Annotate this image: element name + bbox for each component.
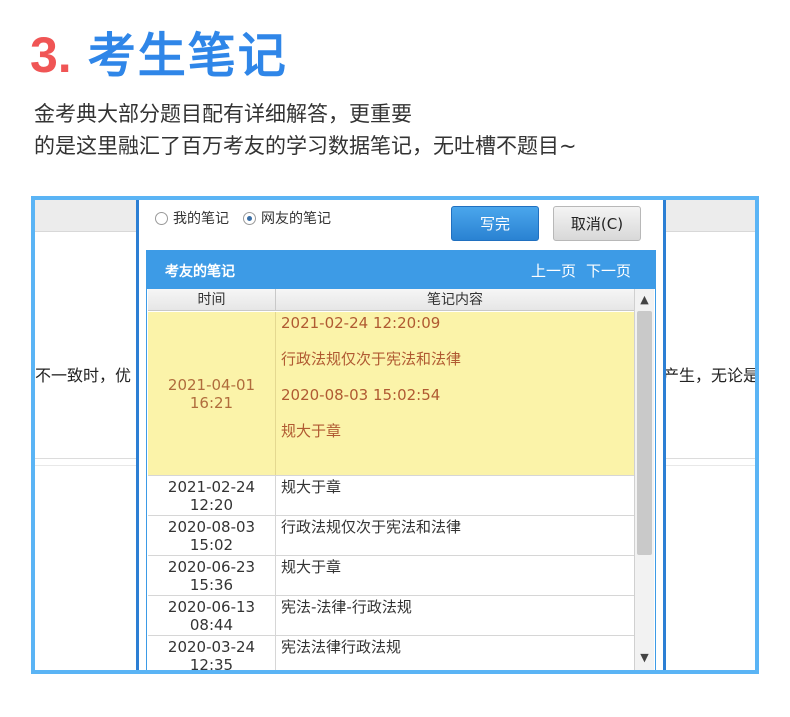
table-row[interactable]: 2021-02-24 12:20 规大于章 [148, 476, 634, 516]
table-row-selected[interactable]: 2021-04-01 16:21 2021-02-24 12:20:09 行政法… [148, 312, 634, 476]
radio-friends-notes-label[interactable]: 网友的笔记 [261, 208, 331, 228]
row-time-cell: 2020-03-24 12:35 [148, 636, 276, 673]
section-title: 考生笔记 [87, 28, 288, 84]
scroll-up-arrow-icon[interactable]: ▲ [635, 291, 654, 309]
description-line-2: 的是这里融汇了百万考友的学习数据笔记，无吐槽不题目~ [34, 134, 577, 158]
notes-dialog: 我的笔记 网友的笔记 写完 取消(C) 考友的笔记 上一页 下一页 时间 笔记内… [136, 200, 666, 673]
vertical-scrollbar[interactable]: ▲ ▼ [634, 289, 654, 670]
row-content-cell: 2021-02-24 12:20:09 行政法规仅次于宪法和法律 2020-08… [276, 312, 634, 475]
write-done-button[interactable]: 写完 [451, 206, 539, 241]
notes-source-selector: 我的笔记 网友的笔记 [155, 208, 345, 228]
background-question-text-left: 不一致时，优 [35, 366, 132, 385]
section-heading: 3. 考生笔记 [30, 16, 288, 86]
row-content-cell: 规大于章 [281, 478, 342, 496]
table-body: 2021-04-01 16:21 2021-02-24 12:20:09 行政法… [148, 312, 634, 673]
section-description: 金考典大部分题目配有详细解答，更重要 的是这里融汇了百万考友的学习数据笔记，无吐… [34, 98, 577, 162]
pager: 上一页 下一页 [521, 260, 631, 281]
row-content-cell: 宪法-法律-行政法规 [281, 598, 412, 616]
note-timestamp: 2021-02-24 12:20:09 [281, 314, 441, 332]
note-text: 行政法规仅次于宪法和法律 [281, 350, 462, 368]
background-question-text-right: 产生，无论是 [663, 366, 757, 385]
row-date: 2021-04-01 [167, 375, 256, 394]
friends-notes-panel: 考友的笔记 上一页 下一页 时间 笔记内容 2021-04-01 16:21 2… [146, 250, 656, 673]
description-line-1: 金考典大部分题目配有详细解答，更重要 [34, 102, 412, 126]
row-content-cell: 宪法法律行政法规 [281, 638, 402, 656]
panel-title: 考友的笔记 [165, 264, 235, 280]
note-text: 规大于章 [281, 422, 342, 440]
row-time: 16:21 [189, 393, 234, 412]
row-time: 08:44 [189, 616, 234, 634]
panel-header: 考友的笔记 上一页 下一页 [147, 251, 655, 289]
row-date: 2020-06-13 [167, 598, 256, 616]
scroll-down-chevron-icon[interactable]: ▼ [635, 649, 654, 667]
table-header: 时间 笔记内容 [148, 289, 634, 311]
row-date: 2020-08-03 [167, 518, 256, 536]
row-time: 12:20 [189, 496, 234, 514]
row-content-cell: 行政法规仅次于宪法和法律 [281, 518, 462, 536]
note-timestamp: 2020-08-03 15:02:54 [281, 386, 441, 404]
row-time-cell: 2020-06-23 15:36 [148, 556, 276, 595]
row-time-cell: 2020-06-13 08:44 [148, 596, 276, 635]
row-time-cell: 2020-08-03 15:02 [148, 516, 276, 555]
cancel-button[interactable]: 取消(C) [553, 206, 641, 241]
radio-friends-notes[interactable] [243, 211, 256, 225]
radio-my-notes-label[interactable]: 我的笔记 [173, 208, 229, 228]
table-row[interactable]: 2020-03-24 12:35 宪法法律行政法规 [148, 636, 634, 673]
prev-page-link[interactable]: 上一页 [531, 260, 576, 281]
next-page-link[interactable]: 下一页 [586, 260, 631, 281]
table-row[interactable]: 2020-06-23 15:36 规大于章 [148, 556, 634, 596]
scroll-thumb[interactable] [637, 311, 652, 555]
table-row[interactable]: 2020-08-03 15:02 行政法规仅次于宪法和法律 [148, 516, 634, 556]
row-time-cell: 2021-02-24 12:20 [148, 476, 276, 515]
row-time: 15:36 [189, 576, 234, 594]
table-row[interactable]: 2020-06-13 08:44 宪法-法律-行政法规 [148, 596, 634, 636]
notes-table: 时间 笔记内容 2021-04-01 16:21 2021-02-24 12:2… [148, 289, 654, 673]
column-header-time[interactable]: 时间 [148, 289, 276, 311]
row-date: 2020-03-24 [167, 638, 256, 656]
row-time: 12:35 [189, 656, 234, 673]
row-content-cell: 规大于章 [281, 558, 342, 576]
row-date: 2021-02-24 [167, 478, 256, 496]
row-date: 2020-06-23 [167, 558, 256, 576]
section-number: 3. [30, 27, 72, 83]
row-time: 15:02 [189, 536, 234, 554]
row-time-cell: 2021-04-01 16:21 [148, 312, 276, 475]
screenshot-frame: 不一致时，优 产生，无论是 我的笔记 网友的笔记 写完 取消(C) 考友的笔记 … [31, 196, 759, 674]
radio-my-notes[interactable] [155, 211, 168, 225]
column-header-content[interactable]: 笔记内容 [276, 289, 634, 311]
